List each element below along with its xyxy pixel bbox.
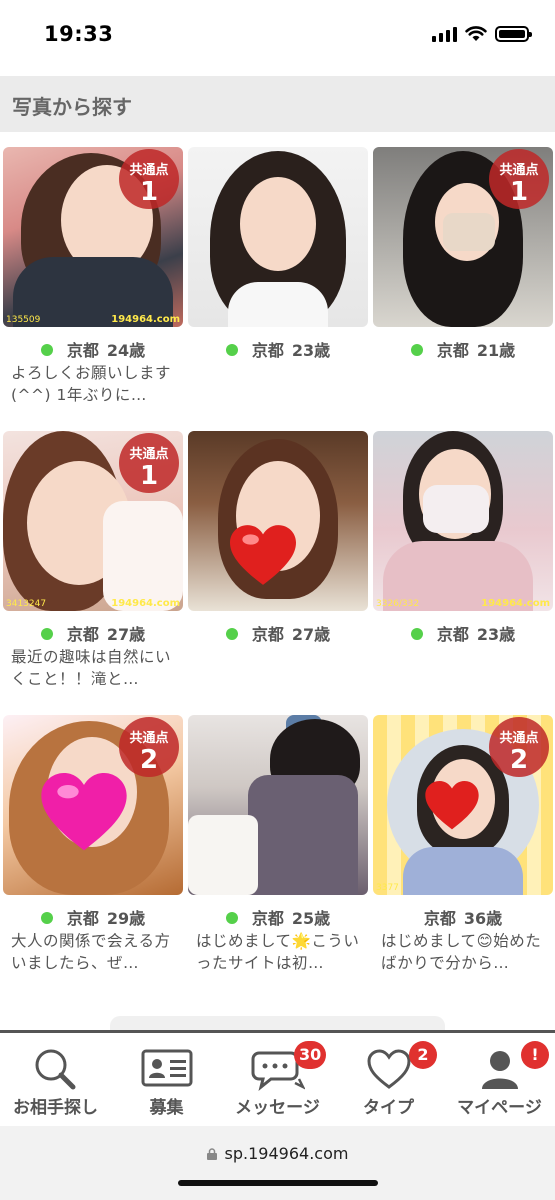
home-indicator[interactable]	[178, 1180, 378, 1186]
profile-location: 京都	[251, 909, 284, 928]
profile-photo[interactable]: 共通点 1	[373, 147, 553, 327]
nav-label: 募集	[149, 1098, 184, 1118]
profile-location: 京都	[436, 625, 469, 644]
photo-id-mark: 3413247	[6, 599, 47, 609]
url-text: sp.194964.com	[224, 1144, 349, 1163]
search-icon	[35, 1049, 75, 1090]
common-points-badge: 共通点 1	[119, 149, 179, 209]
person-icon	[481, 1051, 518, 1089]
profile-photo[interactable]	[188, 431, 368, 611]
profile-age: 29歳	[106, 909, 146, 928]
profile-info: 京都 24歳	[3, 337, 183, 361]
profile-photo[interactable]	[188, 147, 368, 327]
profile-info: 京都 27歳	[3, 621, 183, 645]
profile-info: 京都 36歳	[373, 905, 553, 929]
profile-age: 27歳	[106, 625, 146, 644]
profile-intro: はじめまして😊始めたばかりで分から…	[381, 932, 542, 972]
nav-item-mypage[interactable]: ! マイページ	[444, 1033, 555, 1126]
online-status-dot	[225, 628, 238, 640]
wifi-icon	[465, 26, 487, 41]
heart-sticker	[425, 781, 479, 830]
photo-watermark: 194964.com	[111, 314, 180, 325]
nav-item-messages[interactable]: 30 メッセージ	[222, 1033, 333, 1126]
photo-id-mark: 135509	[6, 315, 41, 325]
online-status-dot	[225, 344, 238, 356]
mypage-alert-badge: !	[521, 1041, 549, 1069]
section-title: 写真から探す	[12, 95, 132, 119]
online-status-dot	[410, 628, 423, 640]
profile-intro: 大人の関係で会える方いましたら、ぜ…	[11, 932, 171, 972]
section-header: 写真から探す	[0, 76, 555, 132]
profile-age: 21歳	[476, 341, 516, 360]
profile-photo[interactable]: 共通点 2	[3, 715, 183, 895]
online-status-dot	[40, 344, 53, 356]
profile-location: 京都	[423, 909, 456, 928]
online-status-dot	[40, 912, 53, 924]
profile-location: 京都	[436, 341, 469, 360]
heart-sticker	[41, 773, 127, 851]
profile-info: 京都 25歳	[188, 905, 368, 929]
profile-info: 京都 21歳	[373, 337, 553, 361]
heart-icon	[366, 1049, 411, 1089]
common-points-badge: 共通点 1	[119, 433, 179, 493]
profile-age: 27歳	[291, 625, 331, 644]
profile-photo[interactable]: 共通点 1 135509 194964.com	[3, 147, 183, 327]
profile-intro: 最近の趣味は自然にいくこと！！滝と…	[11, 648, 172, 688]
profile-age: 23歳	[476, 625, 516, 644]
face-mask	[423, 485, 489, 533]
battery-icon	[495, 26, 532, 42]
nav-item-recruit[interactable]: 募集	[111, 1033, 222, 1126]
common-points-badge: 共通点 2	[119, 717, 179, 777]
profile-location: 京都	[66, 625, 99, 644]
nav-item-search[interactable]: お相手探し	[0, 1033, 111, 1126]
online-status-dot	[40, 628, 53, 640]
profile-info: 京都 27歳	[188, 621, 368, 645]
photo-watermark: 194964.com	[481, 598, 550, 609]
profile-location: 京都	[251, 341, 284, 360]
nav-label: マイページ	[457, 1098, 542, 1118]
status-time: 19:33	[44, 22, 114, 46]
nav-label: タイプ	[363, 1098, 414, 1118]
photo-watermark: 194964.com	[111, 598, 180, 609]
profile-location: 京都	[251, 625, 284, 644]
heart-sticker	[230, 525, 296, 585]
profile-location: 京都	[66, 909, 99, 928]
photo-id-mark: 3326/332	[376, 599, 420, 609]
status-bar: 19:33	[0, 0, 555, 72]
url-bar[interactable]: sp.194964.com	[0, 1144, 555, 1163]
profile-location: 京都	[66, 341, 99, 360]
profile-info: 京都 23歳	[188, 337, 368, 361]
photo-id-mark: 3377	[376, 883, 399, 893]
message-count-badge: 30	[294, 1041, 327, 1069]
profile-intro: よろしくお願いします(^^) 1年ぶりに…	[11, 364, 172, 404]
profile-info: 京都 23歳	[373, 621, 553, 645]
profile-age: 36歳	[463, 909, 503, 928]
common-points-badge: 共通点 1	[489, 149, 549, 209]
type-count-badge: 2	[409, 1041, 437, 1069]
online-status-dot	[410, 344, 423, 356]
nav-item-type[interactable]: 2 タイプ	[333, 1033, 444, 1126]
bottom-nav: お相手探し 募集 30 メッセージ 2 タイプ ! マイページ	[0, 1030, 555, 1126]
profile-photo[interactable]: 共通点 1 3413247 194964.com	[3, 431, 183, 611]
common-points-badge: 共通点 2	[489, 717, 549, 777]
profile-age: 23歳	[291, 341, 331, 360]
profile-photo[interactable]: 3326/332 194964.com	[373, 431, 553, 611]
profile-intro: はじめまして🌟こういったサイトは初…	[196, 932, 360, 972]
profile-photo[interactable]: 共通点 2 3377	[373, 715, 553, 895]
profile-photo[interactable]	[188, 715, 368, 895]
profile-info: 京都 29歳	[3, 905, 183, 929]
profile-age: 24歳	[106, 341, 146, 360]
online-status-dot	[225, 912, 238, 924]
face-mask	[443, 213, 495, 251]
browser-bar: sp.194964.com	[0, 1126, 555, 1200]
status-icons	[432, 26, 532, 42]
id-card-icon	[141, 1049, 192, 1087]
profile-age: 25歳	[291, 909, 331, 928]
nav-label: お相手探し	[13, 1098, 98, 1118]
lock-icon	[206, 1145, 217, 1160]
nav-label: メッセージ	[235, 1098, 320, 1118]
cellular-signal-icon	[432, 26, 457, 42]
